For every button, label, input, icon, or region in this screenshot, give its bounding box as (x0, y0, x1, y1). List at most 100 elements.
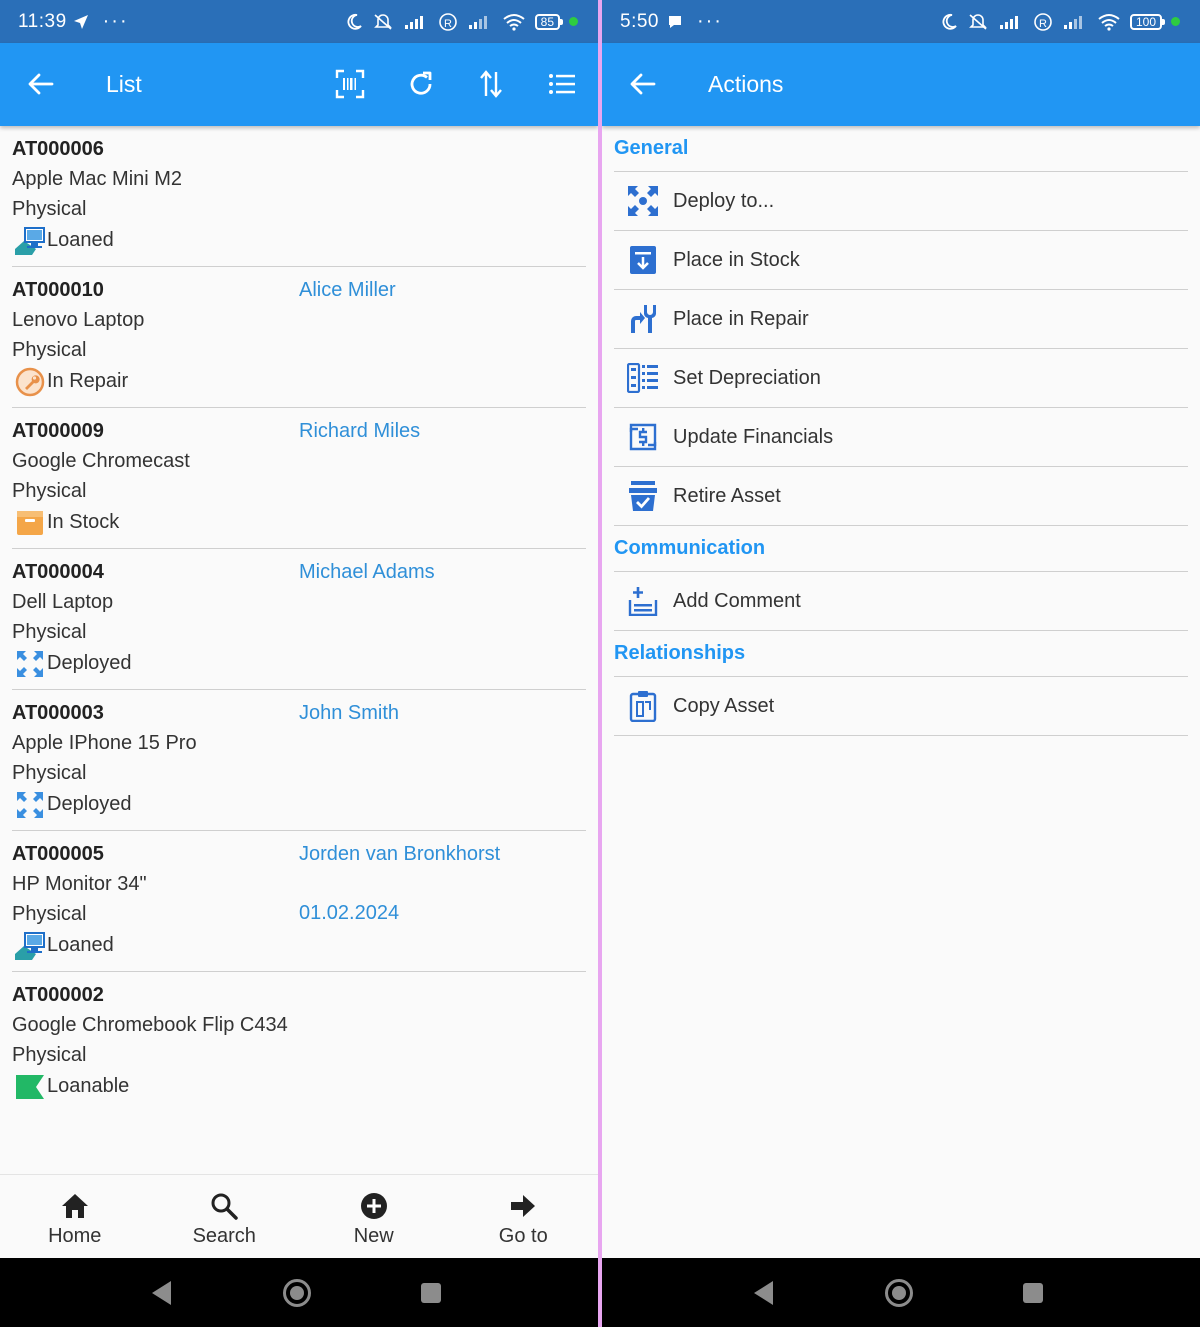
asset-list-item[interactable]: AT000006 Apple Mac Mini M2 Physical Loan… (12, 126, 586, 267)
actions-screen: 5:50 ··· R 100 Actions General Deploy to… (602, 0, 1200, 1327)
system-back-icon[interactable] (749, 1278, 779, 1308)
page-title: List (106, 71, 142, 97)
nav-home[interactable]: Home (0, 1175, 150, 1258)
action-label: Place in Stock (673, 248, 800, 271)
asset-status: Loanable (47, 1075, 130, 1097)
repair-icon (626, 302, 660, 336)
asset-name: Google Chromecast (12, 450, 190, 472)
nav-label: Home (48, 1225, 102, 1247)
asset-list-item[interactable]: AT000003 Apple IPhone 15 Pro Physical De… (12, 690, 586, 831)
asset-list-item[interactable]: AT000002 Google Chromebook Flip C434 Phy… (12, 972, 586, 1113)
back-arrow-icon[interactable] (26, 69, 56, 99)
asset-list: AT000006 Apple Mac Mini M2 Physical Loan… (12, 126, 586, 1113)
system-recents-icon[interactable] (1018, 1278, 1048, 1308)
system-home-icon[interactable] (282, 1278, 312, 1308)
due-date: 01.02.2024 (299, 902, 400, 924)
asset-list-item[interactable]: AT000010 Lenovo Laptop Physical In Repai… (12, 267, 586, 408)
nav-search[interactable]: Search (150, 1175, 300, 1258)
action-set-depreciation[interactable]: Set Depreciation (614, 349, 1188, 408)
assigned-user[interactable]: Richard Miles (299, 419, 420, 443)
status-time: 11:39 (18, 10, 67, 32)
more-notifications-icon: ··· (102, 10, 129, 32)
barcode-scan-icon[interactable] (333, 67, 367, 101)
copy-icon (626, 689, 660, 723)
action-deploy[interactable]: Deploy to... (614, 172, 1188, 231)
roaming-icon: R (1033, 12, 1053, 32)
system-recents-icon[interactable] (416, 1278, 446, 1308)
action-label: Place in Repair (673, 307, 809, 330)
asset-name: Dell Laptop (12, 591, 114, 613)
chat-icon (667, 14, 683, 30)
assigned-user[interactable]: Jorden van Bronkhorst (299, 842, 500, 866)
page-title: Actions (708, 71, 784, 97)
signal-2-icon (1062, 14, 1088, 30)
system-navigation-bar (602, 1258, 1200, 1327)
arrow-right-icon (508, 1191, 538, 1221)
asset-status: Loaned (47, 934, 114, 956)
assigned-user[interactable]: John Smith (299, 701, 399, 725)
list-view-icon[interactable] (545, 67, 579, 101)
asset-status: In Repair (47, 370, 129, 392)
nav-label: Go to (498, 1225, 548, 1247)
signal-icon (403, 14, 429, 30)
signal-2-icon (467, 14, 493, 30)
action-label: Set Depreciation (673, 366, 821, 389)
section-header-general: General (614, 126, 1188, 172)
svg-text:R: R (1039, 18, 1047, 30)
svg-text:R: R (444, 18, 452, 30)
refresh-icon[interactable] (404, 67, 438, 101)
system-back-icon[interactable] (147, 1278, 177, 1308)
deployed-icon (14, 791, 46, 819)
asset-type: Physical (12, 479, 87, 502)
deploy-icon (626, 184, 660, 218)
loaned-icon (14, 931, 46, 960)
asset-status: Loaned (47, 229, 114, 251)
back-arrow-icon[interactable] (628, 69, 658, 99)
asset-name: Apple IPhone 15 Pro (12, 732, 197, 754)
action-add-comment[interactable]: Add Comment (614, 572, 1188, 631)
depreciation-icon (626, 361, 660, 395)
send-icon (73, 14, 89, 30)
nav-new[interactable]: New (299, 1175, 449, 1258)
mute-icon (967, 13, 989, 31)
sort-icon[interactable] (474, 67, 508, 101)
system-home-icon[interactable] (884, 1278, 914, 1308)
action-place-in-repair[interactable]: Place in Repair (614, 290, 1188, 349)
action-label: Deploy to... (673, 189, 775, 212)
privacy-dot (1171, 17, 1180, 26)
app-bar: Actions (602, 43, 1200, 126)
section-header-communication: Communication (614, 526, 1188, 572)
asset-id: AT000006 (12, 138, 104, 160)
action-label: Copy Asset (673, 694, 775, 717)
nav-goto[interactable]: Go to (449, 1175, 599, 1258)
home-icon (60, 1191, 90, 1221)
action-copy-asset[interactable]: Copy Asset (614, 677, 1188, 736)
asset-name: Lenovo Laptop (12, 309, 145, 331)
repair-icon (14, 367, 46, 396)
asset-name: Google Chromebook Flip C434 (12, 1014, 288, 1036)
stock-icon (14, 509, 46, 537)
actions-list: General Deploy to... Place in Stock Plac… (614, 126, 1188, 736)
battery-indicator: 100 (1129, 13, 1166, 30)
add-icon (359, 1191, 389, 1221)
roaming-icon: R (438, 12, 458, 32)
asset-list-item[interactable]: AT000004 Dell Laptop Physical Deployed M… (12, 549, 586, 690)
assigned-user[interactable]: Alice Miller (299, 278, 396, 302)
action-place-in-stock[interactable]: Place in Stock (614, 231, 1188, 290)
asset-list-item[interactable]: AT000005 HP Monitor 34" Physical Loaned … (12, 831, 586, 972)
action-label: Retire Asset (673, 484, 781, 507)
bottom-navigation: Home Search New Go to (0, 1174, 598, 1258)
action-retire-asset[interactable]: Retire Asset (614, 467, 1188, 526)
asset-type: Physical (12, 1043, 87, 1066)
action-label: Update Financials (673, 425, 834, 448)
wifi-icon (502, 13, 526, 31)
asset-list-item[interactable]: AT000009 Google Chromecast Physical In S… (12, 408, 586, 549)
action-update-financials[interactable]: Update Financials (614, 408, 1188, 467)
privacy-dot (569, 17, 578, 26)
asset-status: In Stock (47, 511, 120, 533)
asset-name: HP Monitor 34" (12, 873, 147, 895)
status-bar: 11:39 ··· R 85 (0, 0, 598, 43)
asset-id: AT000002 (12, 984, 104, 1006)
asset-status: Deployed (47, 652, 132, 674)
assigned-user[interactable]: Michael Adams (299, 560, 435, 584)
